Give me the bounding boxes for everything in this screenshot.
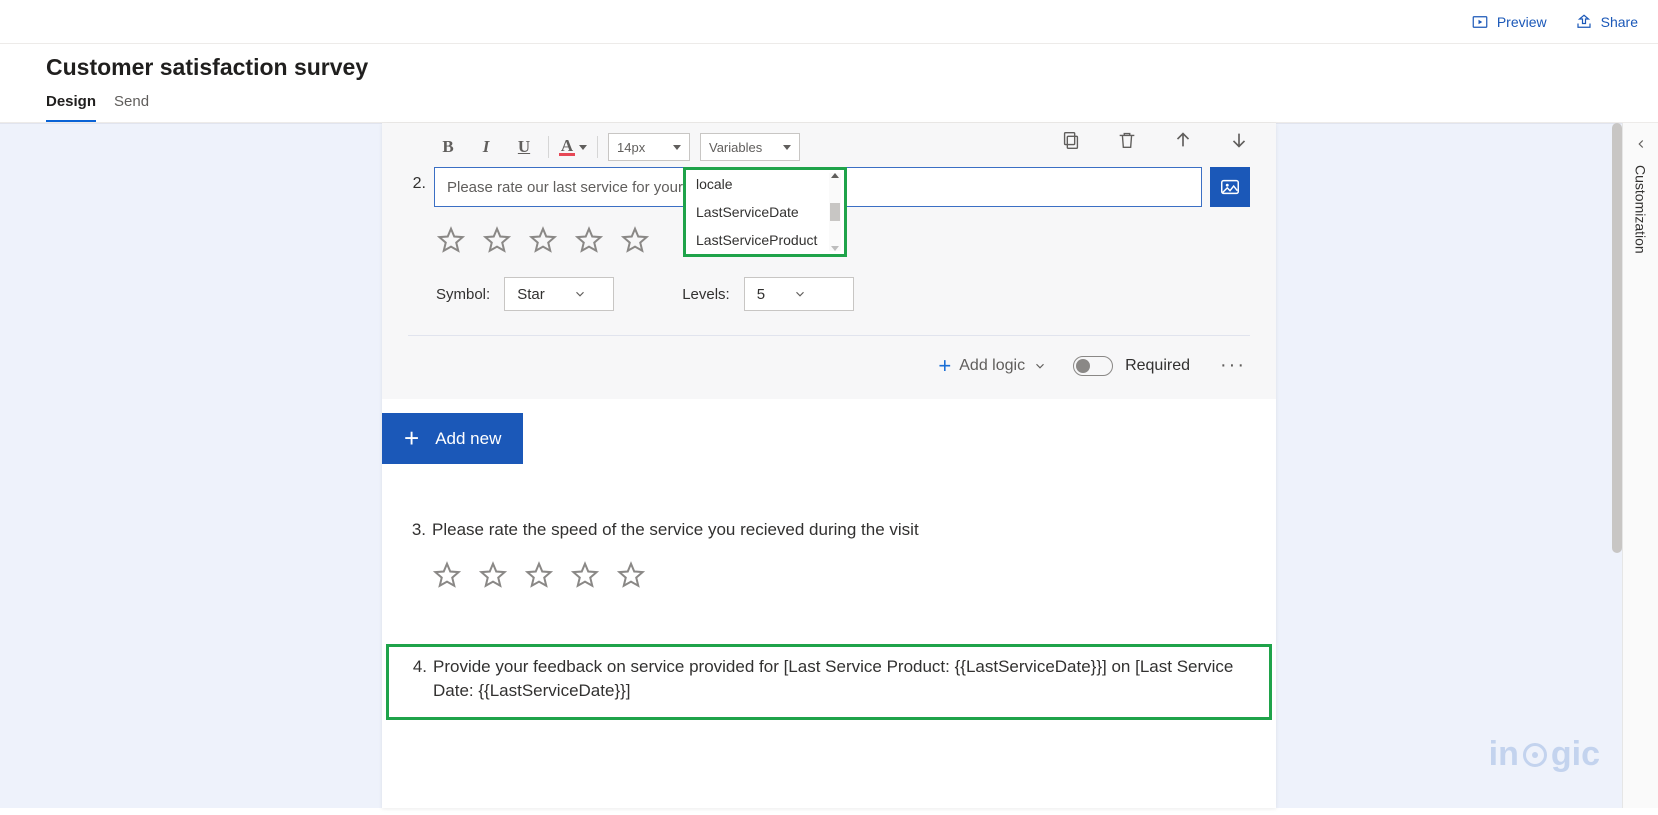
share-button[interactable]: Share [1575, 13, 1638, 31]
customization-panel-tab[interactable]: Customization [1622, 123, 1658, 808]
star-icon[interactable] [616, 560, 646, 590]
star-icon[interactable] [524, 560, 554, 590]
preview-button[interactable]: Preview [1471, 13, 1547, 31]
font-color-button[interactable]: A [559, 133, 587, 161]
question-block-4: 4. Provide your feedback on service prov… [386, 644, 1272, 720]
chevron-down-icon [573, 287, 587, 301]
symbol-value: Star [517, 286, 545, 303]
add-new-button[interactable]: + Add new [382, 413, 523, 464]
more-options-button[interactable]: ··· [1216, 354, 1250, 377]
question-footer: + Add logic Required ··· [408, 335, 1250, 381]
question-number: 4. [409, 655, 427, 703]
star-icon[interactable] [478, 560, 508, 590]
variables-dropdown[interactable]: Variables [700, 133, 800, 161]
variables-popup: locale LastServiceDate LastServiceProduc… [683, 167, 847, 257]
underline-button[interactable]: U [510, 133, 538, 161]
rating-controls: Symbol: Star Levels: 5 [436, 277, 1250, 311]
star-icon[interactable] [620, 225, 650, 255]
symbol-label: Symbol: [436, 286, 490, 303]
required-toggle[interactable] [1073, 356, 1113, 376]
question-number: 3. [408, 518, 426, 542]
chevron-down-icon [1033, 359, 1047, 373]
page-header: Customer satisfaction survey Design Send [0, 44, 1658, 123]
bold-button[interactable]: B [434, 133, 462, 161]
add-logic-button[interactable]: + Add logic [938, 355, 1047, 377]
levels-label: Levels: [682, 286, 730, 303]
font-size-value: 14px [617, 140, 645, 155]
question-text: Please rate the speed of the service you… [432, 518, 1250, 542]
add-new-label: Add new [435, 429, 501, 449]
star-icon[interactable] [528, 225, 558, 255]
image-icon [1219, 176, 1241, 198]
scroll-down-icon[interactable] [831, 246, 839, 251]
page-scrollbar[interactable] [1612, 123, 1622, 553]
levels-value: 5 [757, 286, 765, 303]
preview-label: Preview [1497, 14, 1547, 30]
preview-icon [1471, 13, 1489, 31]
customization-label: Customization [1633, 165, 1649, 254]
question-block-3: 3. Please rate the speed of the service … [382, 518, 1276, 590]
variable-option-lastservicedate[interactable]: LastServiceDate [686, 198, 844, 226]
variables-label: Variables [709, 140, 762, 155]
header-tabs: Design Send [46, 87, 1612, 122]
insert-media-button[interactable] [1210, 167, 1250, 207]
plus-icon: + [404, 423, 419, 454]
star-icon[interactable] [574, 225, 604, 255]
star-icon[interactable] [436, 225, 466, 255]
chevron-left-icon[interactable] [1634, 137, 1648, 151]
watermark-logo: in gic [1489, 735, 1600, 774]
chevron-down-icon [793, 287, 807, 301]
question-text: Provide your feedback on service provide… [433, 655, 1249, 703]
add-logic-label: Add logic [959, 357, 1025, 375]
italic-button[interactable]: I [472, 133, 500, 161]
levels-select[interactable]: 5 [744, 277, 854, 311]
separator [597, 136, 598, 158]
tab-send[interactable]: Send [114, 87, 149, 122]
rating-stars [432, 560, 1250, 590]
top-toolbar: Preview Share [0, 0, 1658, 44]
watermark-text: gic [1551, 735, 1600, 774]
watermark-text: in [1489, 735, 1519, 774]
share-icon [1575, 13, 1593, 31]
plus-icon: + [938, 355, 951, 377]
symbol-select[interactable]: Star [504, 277, 614, 311]
question-number: 2. [408, 175, 426, 193]
star-icon[interactable] [482, 225, 512, 255]
scroll-up-icon[interactable] [831, 173, 839, 178]
question-card-2: B I U A 14px Variables locale LastServic… [382, 123, 1276, 399]
variable-option-lastserviceproduct[interactable]: LastServiceProduct [686, 226, 844, 254]
required-label: Required [1125, 357, 1190, 375]
page-title: Customer satisfaction survey [46, 54, 1612, 81]
workspace: B I U A 14px Variables locale LastServic… [0, 123, 1658, 808]
star-icon[interactable] [432, 560, 462, 590]
popup-scrollbar[interactable] [829, 173, 841, 251]
scroll-thumb[interactable] [830, 203, 840, 221]
font-size-dropdown[interactable]: 14px [608, 133, 690, 161]
separator [548, 136, 549, 158]
tab-design[interactable]: Design [46, 87, 96, 122]
format-toolbar: B I U A 14px Variables locale LastServic… [434, 133, 1250, 161]
star-icon[interactable] [570, 560, 600, 590]
survey-canvas: B I U A 14px Variables locale LastServic… [382, 123, 1276, 808]
watermark-o-icon [1523, 743, 1547, 767]
variable-option-locale[interactable]: locale [686, 170, 844, 198]
share-label: Share [1601, 14, 1638, 30]
